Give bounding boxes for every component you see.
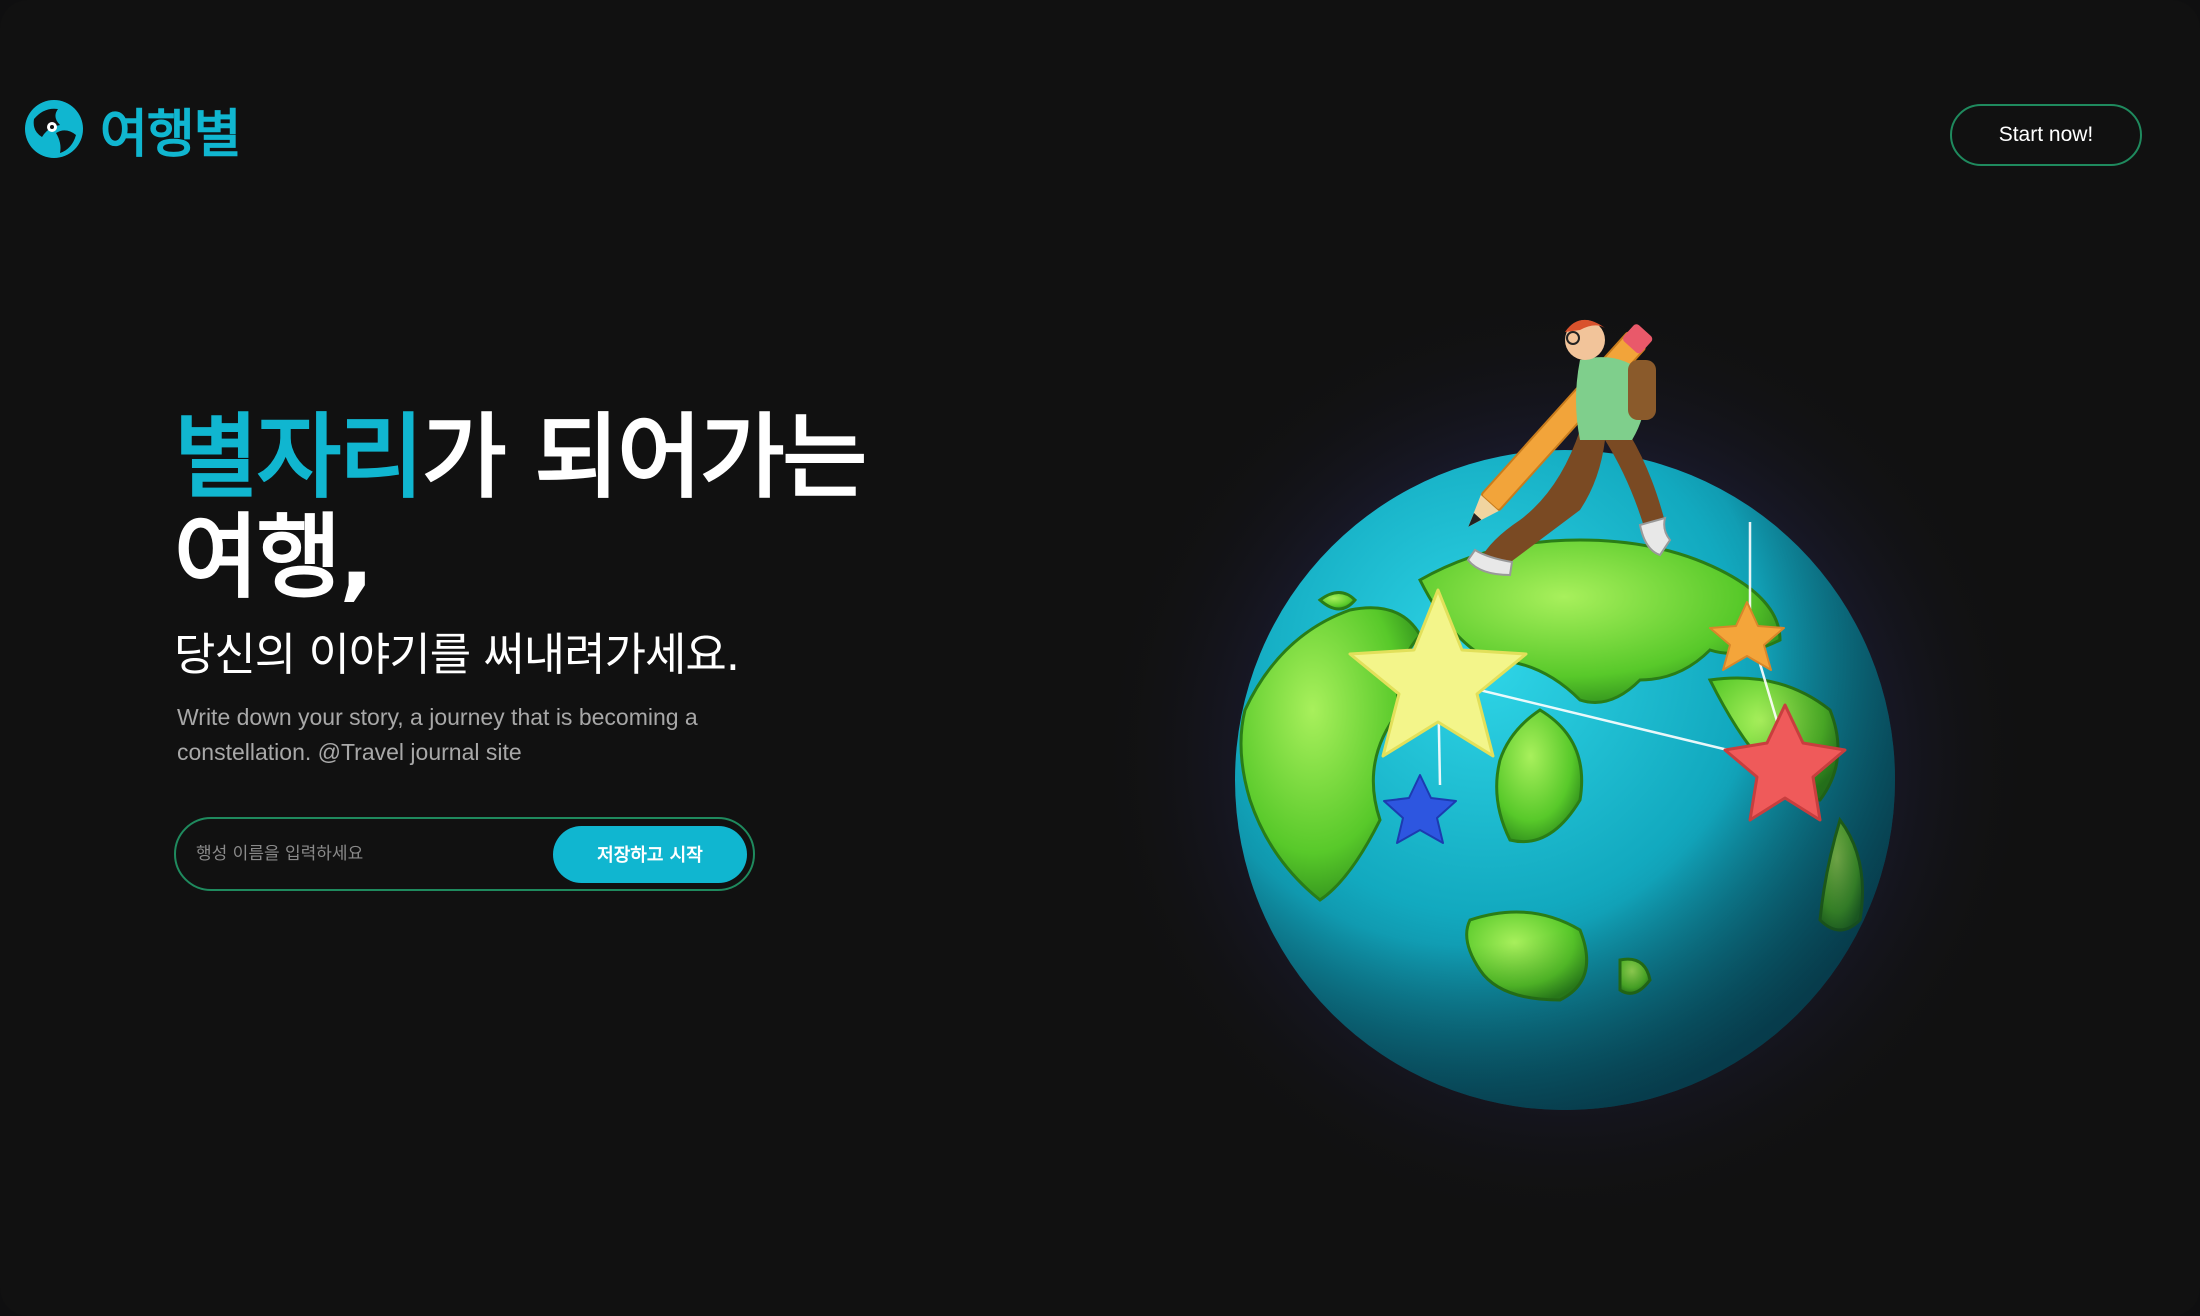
hero-title: 별자리가 되어가는 여행,	[174, 408, 867, 611]
page-frame: 여행별 Start now! 별자리가 되어가는 여행, 당신의 이야기를 써내려…	[0, 0, 2200, 1316]
save-and-start-button[interactable]: 저장하고 시작	[553, 825, 747, 883]
globe-pin-icon	[25, 100, 83, 158]
hero-description: Write down your story, a journey that is…	[177, 704, 698, 765]
globe-with-stars-and-traveler-illustration	[1095, 290, 2035, 1230]
hero-title-line2: 여행,	[174, 504, 374, 611]
planet-name-input[interactable]	[194, 823, 553, 885]
globe-illustration	[1020, 240, 2100, 1280]
planet-name-form: 저장하고 시작	[174, 817, 755, 891]
hero-title-rest: 가 되어가는	[421, 404, 867, 511]
logo[interactable]: 여행별	[22, 94, 242, 165]
hero-title-accent: 별자리	[174, 404, 424, 511]
hero-subtitle: 당신의 이야기를 써내려가세요.	[174, 628, 740, 681]
logo-text: 여행별	[100, 104, 242, 165]
start-now-button[interactable]: Start now!	[1950, 104, 2142, 166]
